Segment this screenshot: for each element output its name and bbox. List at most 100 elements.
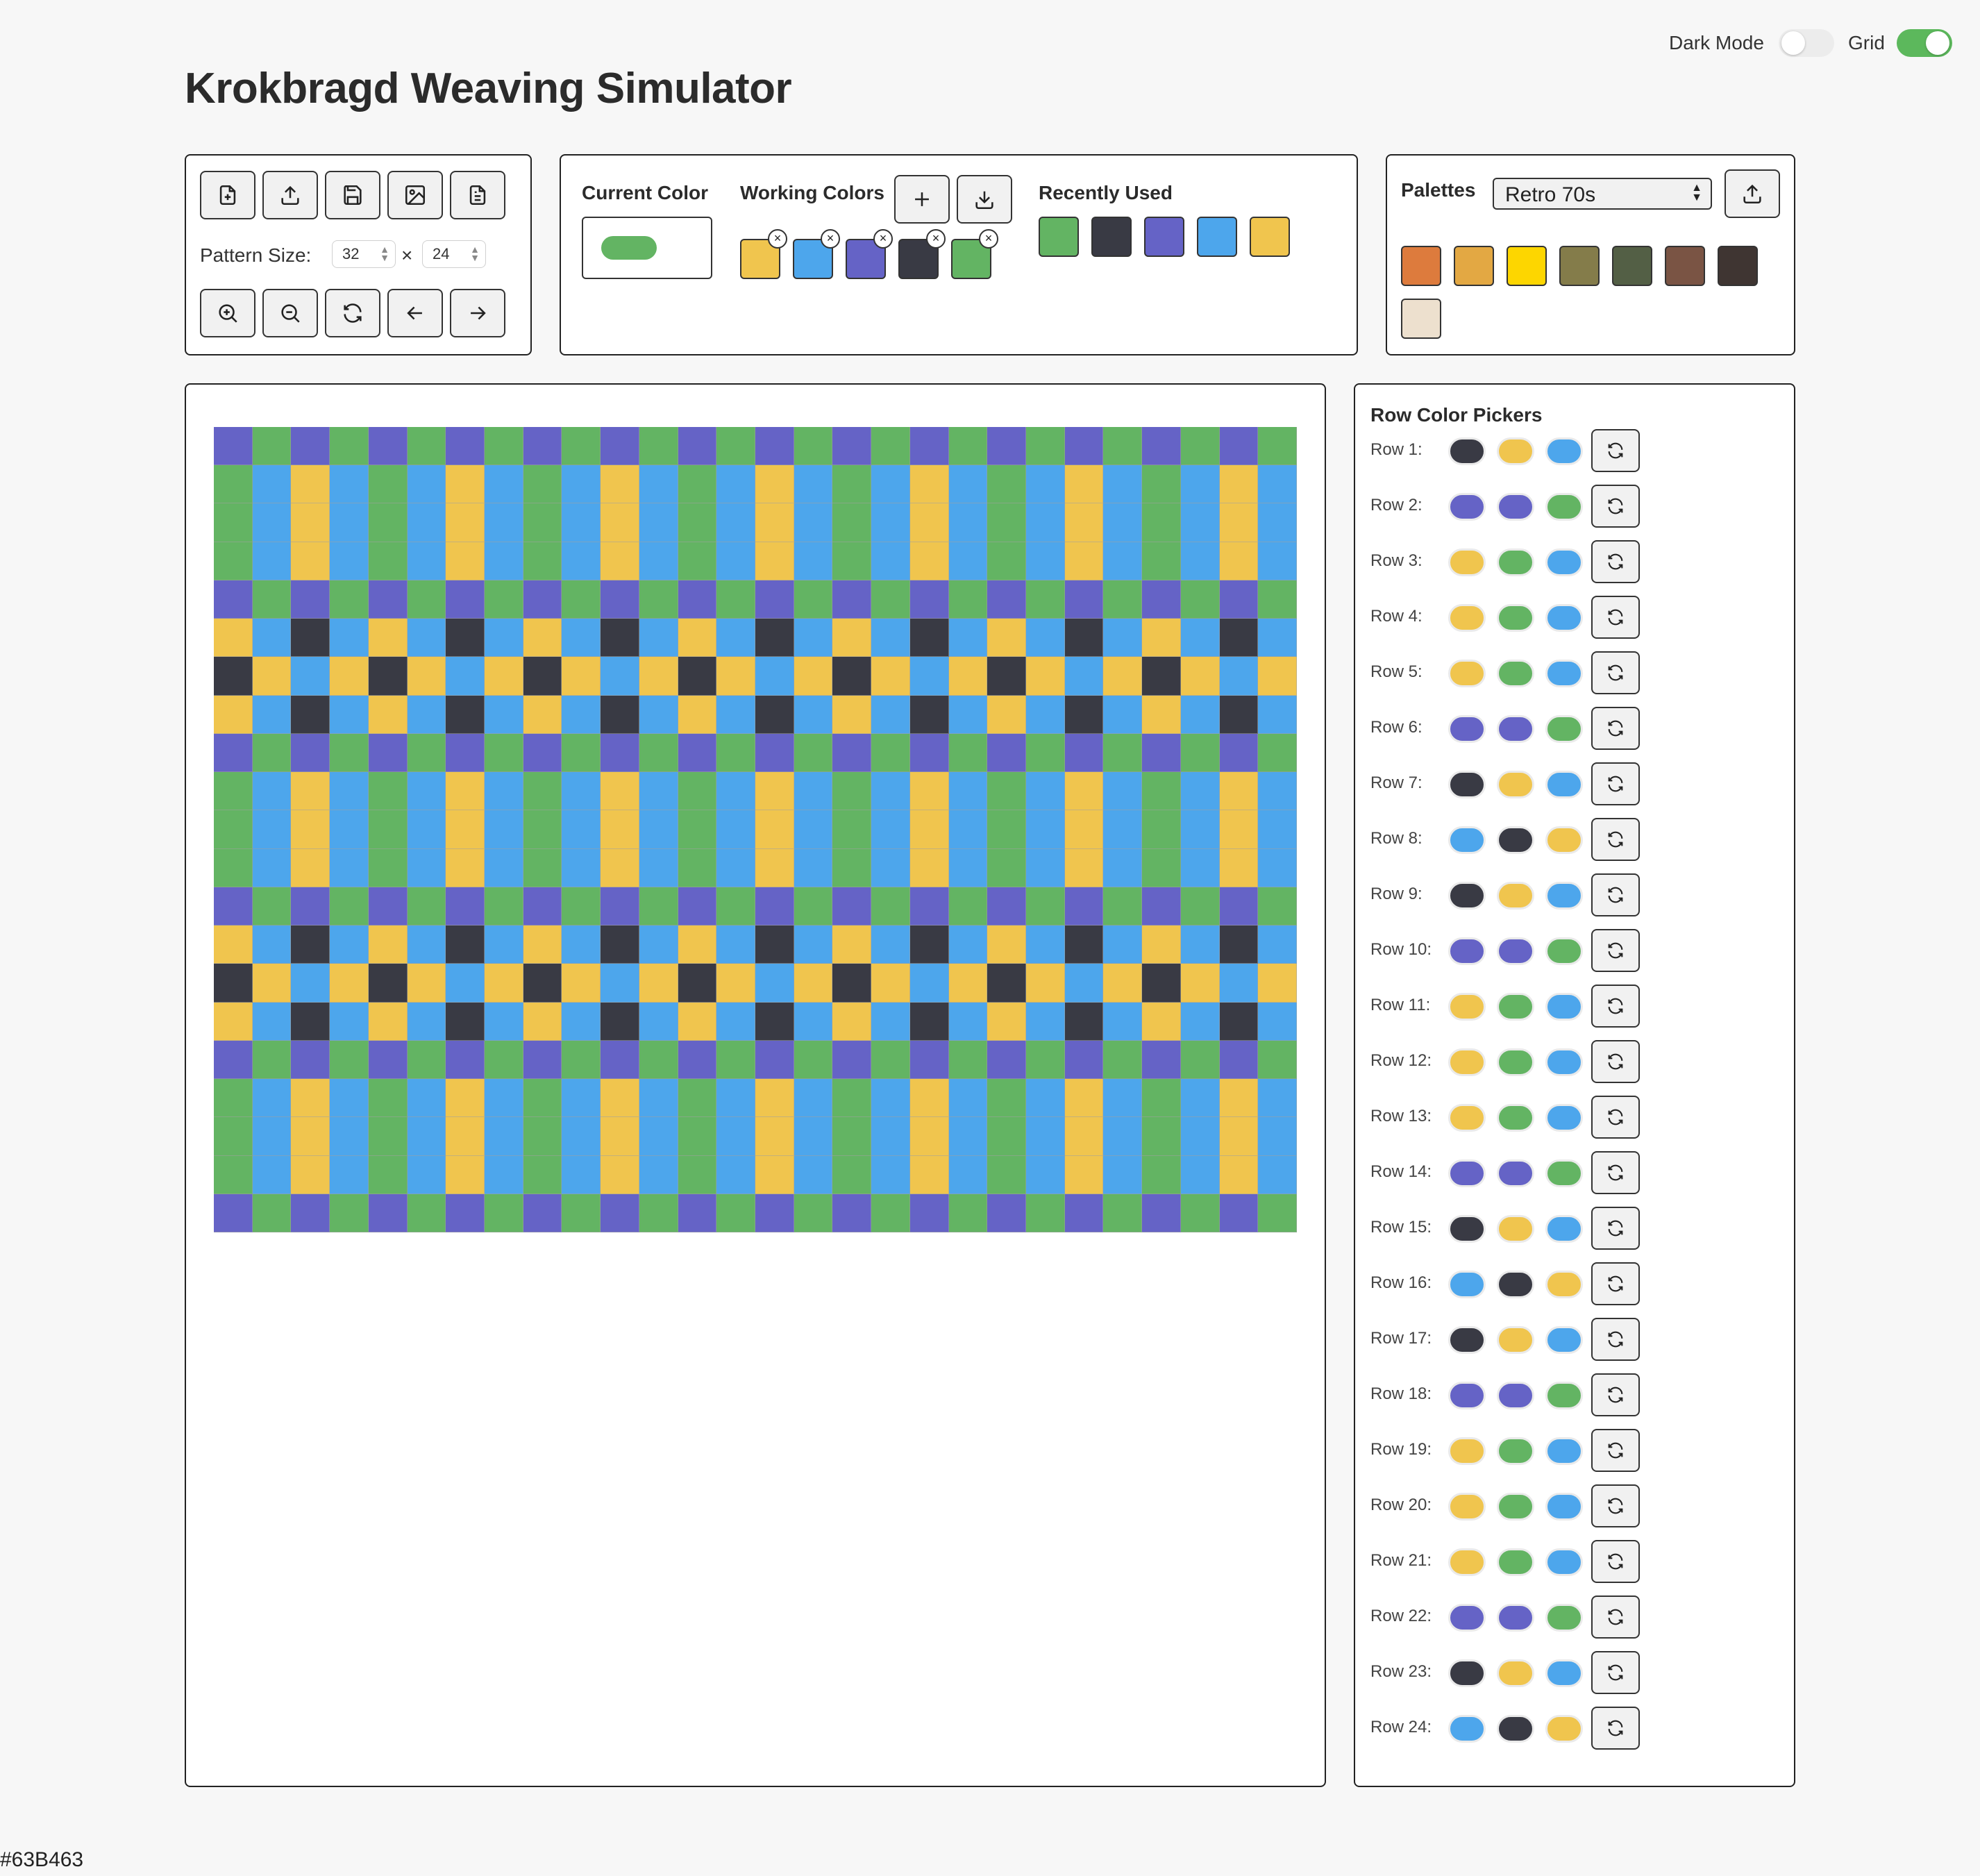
weave-cell[interactable]	[716, 580, 755, 619]
weave-cell[interactable]	[485, 926, 523, 964]
weave-cell[interactable]	[832, 964, 872, 1003]
row-reset-button[interactable]	[1591, 929, 1640, 972]
weave-cell[interactable]	[1219, 465, 1259, 504]
weave-cell[interactable]	[291, 810, 330, 849]
weave-cell[interactable]	[485, 1117, 523, 1156]
weave-cell[interactable]	[794, 1079, 833, 1118]
weave-cell[interactable]	[1103, 427, 1143, 466]
weave-cell[interactable]	[1026, 810, 1065, 849]
weave-cell[interactable]	[252, 1155, 292, 1194]
weave-cell[interactable]	[368, 733, 408, 773]
weave-cell[interactable]	[407, 772, 446, 811]
weave-cell[interactable]	[330, 619, 369, 658]
weave-cell[interactable]	[1026, 1155, 1065, 1194]
weave-cell[interactable]	[252, 887, 292, 926]
weave-cell[interactable]	[523, 964, 562, 1003]
weave-cell[interactable]	[523, 695, 562, 734]
weave-cell[interactable]	[1103, 619, 1143, 658]
row-reset-button[interactable]	[1591, 1262, 1640, 1305]
weave-cell[interactable]	[601, 695, 639, 734]
weave-cell[interactable]	[252, 964, 292, 1003]
weave-cell[interactable]	[987, 772, 1026, 811]
weave-cell[interactable]	[678, 465, 717, 504]
weave-cell[interactable]	[794, 810, 833, 849]
weave-cell[interactable]	[485, 1155, 523, 1194]
weave-cell[interactable]	[446, 1117, 485, 1156]
weave-cell[interactable]	[832, 427, 872, 466]
weave-cell[interactable]	[1064, 1194, 1104, 1232]
weave-cell[interactable]	[1258, 964, 1297, 1003]
weave-cell[interactable]	[523, 580, 562, 619]
weave-cell[interactable]	[1180, 1155, 1220, 1194]
weave-cell[interactable]	[1258, 465, 1297, 504]
weave-cell[interactable]	[987, 580, 1026, 619]
row-reset-button[interactable]	[1591, 707, 1640, 750]
weave-cell[interactable]	[1064, 810, 1104, 849]
weave-cell[interactable]	[601, 1079, 639, 1118]
weave-cell[interactable]	[562, 542, 601, 580]
weave-cell[interactable]	[1142, 542, 1181, 580]
weave-cell[interactable]	[639, 1079, 678, 1118]
palette-swatch[interactable]	[1454, 246, 1494, 286]
weave-cell[interactable]	[755, 733, 794, 773]
weave-cell[interactable]	[446, 619, 485, 658]
row-color-picker[interactable]	[1545, 715, 1583, 743]
weave-cell[interactable]	[948, 772, 988, 811]
weave-cell[interactable]	[716, 657, 755, 696]
weave-cell[interactable]	[1026, 542, 1065, 580]
weave-cell[interactable]	[639, 1040, 678, 1080]
weave-cell[interactable]	[291, 1079, 330, 1118]
previous-button[interactable]	[387, 289, 443, 337]
weave-cell[interactable]	[523, 503, 562, 542]
weave-cell[interactable]	[755, 503, 794, 542]
weave-cell[interactable]	[1180, 964, 1220, 1003]
weave-cell[interactable]	[1103, 733, 1143, 773]
weave-cell[interactable]	[755, 1194, 794, 1232]
weave-cell[interactable]	[1180, 580, 1220, 619]
weave-cell[interactable]	[1219, 542, 1259, 580]
row-color-picker[interactable]	[1497, 1326, 1534, 1354]
row-color-picker[interactable]	[1497, 437, 1534, 465]
weave-cell[interactable]	[1258, 772, 1297, 811]
weave-cell[interactable]	[871, 848, 910, 887]
weave-cell[interactable]	[716, 1155, 755, 1194]
reset-button[interactable]	[325, 289, 380, 337]
row-color-picker[interactable]	[1545, 1715, 1583, 1743]
weave-cell[interactable]	[1219, 926, 1259, 964]
weave-cell[interactable]	[832, 848, 872, 887]
palette-swatch[interactable]	[1718, 246, 1758, 286]
weave-cell[interactable]	[1258, 657, 1297, 696]
weave-cell[interactable]	[523, 733, 562, 773]
row-reset-button[interactable]	[1591, 1096, 1640, 1139]
weave-cell[interactable]	[601, 1117, 639, 1156]
weave-cell[interactable]	[1026, 1040, 1065, 1080]
row-reset-button[interactable]	[1591, 762, 1640, 805]
weave-cell[interactable]	[523, 810, 562, 849]
weave-cell[interactable]	[330, 695, 369, 734]
weave-cell[interactable]	[562, 1194, 601, 1232]
weave-cell[interactable]	[1219, 1040, 1259, 1080]
grid-toggle[interactable]	[1897, 29, 1952, 57]
weave-cell[interactable]	[639, 848, 678, 887]
weave-cell[interactable]	[987, 926, 1026, 964]
weave-cell[interactable]	[601, 887, 639, 926]
weave-cell[interactable]	[1219, 810, 1259, 849]
weave-cell[interactable]	[716, 772, 755, 811]
weave-cell[interactable]	[948, 1194, 988, 1232]
row-reset-button[interactable]	[1591, 1040, 1640, 1083]
weave-cell[interactable]	[639, 695, 678, 734]
weave-cell[interactable]	[252, 1194, 292, 1232]
weave-cell[interactable]	[291, 503, 330, 542]
weave-cell[interactable]	[948, 542, 988, 580]
weave-cell[interactable]	[678, 1155, 717, 1194]
weave-cell[interactable]	[1258, 695, 1297, 734]
weave-cell[interactable]	[252, 848, 292, 887]
weave-cell[interactable]	[601, 619, 639, 658]
weave-cell[interactable]	[871, 465, 910, 504]
weave-cell[interactable]	[871, 580, 910, 619]
weave-cell[interactable]	[1258, 542, 1297, 580]
weave-cell[interactable]	[678, 964, 717, 1003]
weave-cell[interactable]	[523, 1079, 562, 1118]
weave-cell[interactable]	[794, 542, 833, 580]
weave-cell[interactable]	[832, 619, 872, 658]
